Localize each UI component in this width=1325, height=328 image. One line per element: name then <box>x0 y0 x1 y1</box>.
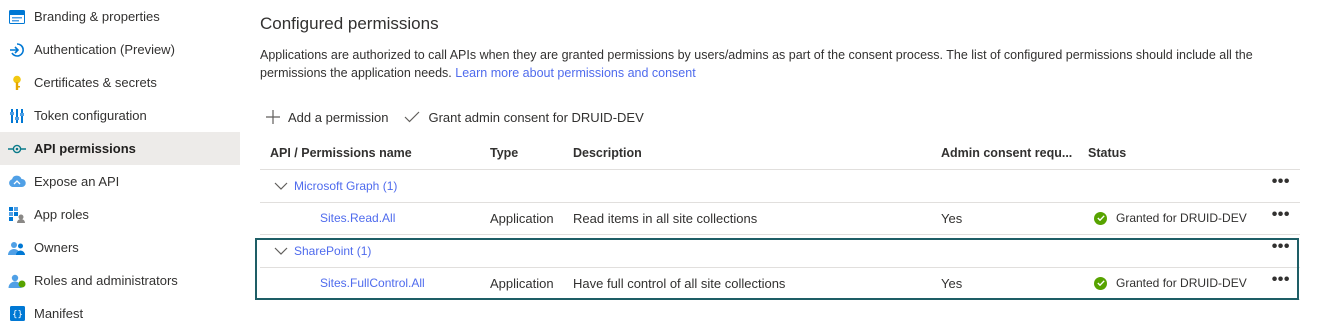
permission-type: Application <box>490 211 554 226</box>
grant-admin-consent-label: Grant admin consent for DRUID-DEV <box>428 109 644 125</box>
admin-consent-required: Yes <box>941 211 963 226</box>
table-row: Sites.Read.All Application Read items in… <box>260 203 1300 235</box>
sidebar-item-roles-administrators[interactable]: Roles and administrators <box>0 264 240 297</box>
token-icon <box>8 107 26 125</box>
sidebar-item-label: Owners <box>34 240 79 255</box>
svg-text:{}: {} <box>12 310 23 320</box>
permission-description: Have full control of all site collection… <box>573 276 786 291</box>
sidebar-item-label: Token configuration <box>34 108 147 123</box>
chevron-down-icon <box>274 182 288 190</box>
column-header-description[interactable]: Description <box>573 146 642 160</box>
sidebar-item-owners[interactable]: Owners <box>0 231 240 264</box>
admin-consent-required: Yes <box>941 276 963 291</box>
permission-name-link[interactable]: Sites.Read.All <box>320 211 395 225</box>
key-icon <box>8 74 26 92</box>
granted-check-icon <box>1094 211 1107 225</box>
app-roles-icon <box>8 206 26 224</box>
group-name: SharePoint (1) <box>294 244 372 258</box>
cloud-icon <box>8 173 26 191</box>
sidebar-item-certificates[interactable]: Certificates & secrets <box>0 66 240 99</box>
sidebar-item-label: Manifest <box>34 306 84 321</box>
group-row-microsoft-graph: Microsoft Graph (1) ••• <box>260 170 1300 203</box>
add-permission-label: Add a permission <box>288 109 389 125</box>
sidebar: Branding & properties Authentication (Pr… <box>0 0 240 328</box>
status-cell: Granted for DRUID-DEV <box>1094 276 1247 290</box>
sidebar-item-expose-api[interactable]: Expose an API <box>0 165 240 198</box>
manifest-icon: {} <box>8 305 26 323</box>
description-text: Applications are authorized to call APIs… <box>260 48 1253 80</box>
group-name: Microsoft Graph (1) <box>294 179 398 193</box>
permission-type: Application <box>490 276 554 291</box>
more-actions-button[interactable]: ••• <box>1272 207 1290 223</box>
status-text: Granted for DRUID-DEV <box>1116 276 1247 290</box>
more-actions-button[interactable]: ••• <box>1272 272 1290 288</box>
status-text: Granted for DRUID-DEV <box>1116 211 1247 225</box>
sidebar-item-label: Certificates & secrets <box>34 75 157 90</box>
sidebar-item-label: Roles and administrators <box>34 273 178 288</box>
plus-icon <box>266 110 280 124</box>
sidebar-item-label: Authentication (Preview) <box>34 42 175 57</box>
add-permission-button[interactable]: Add a permission <box>266 110 388 125</box>
checkmark-icon <box>405 111 420 123</box>
table-header: API / Permissions name Type Description … <box>260 138 1300 170</box>
sidebar-item-manifest[interactable]: {} Manifest <box>0 297 240 328</box>
granted-check-icon <box>1094 276 1107 290</box>
description: Applications are authorized to call APIs… <box>260 46 1300 82</box>
permissions-table: API / Permissions name Type Description … <box>260 138 1300 300</box>
status-cell: Granted for DRUID-DEV <box>1094 211 1247 225</box>
grant-admin-consent-button[interactable]: Grant admin consent for DRUID-DEV <box>404 109 644 125</box>
page-title: Configured permissions <box>260 14 439 33</box>
more-actions-button[interactable]: ••• <box>1272 239 1290 255</box>
column-header-status[interactable]: Status <box>1088 146 1126 160</box>
sidebar-item-label: Branding & properties <box>34 9 160 24</box>
sidebar-item-authentication[interactable]: Authentication (Preview) <box>0 33 240 66</box>
column-header-admin-consent[interactable]: Admin consent requ... <box>941 146 1072 160</box>
sidebar-item-label: Expose an API <box>34 174 120 189</box>
sidebar-item-branding[interactable]: Branding & properties <box>0 0 240 33</box>
toolbar: Add a permission Grant admin consent for… <box>266 107 660 127</box>
chevron-down-icon <box>274 247 288 255</box>
column-header-type[interactable]: Type <box>490 146 518 160</box>
api-permissions-icon <box>8 140 26 158</box>
sidebar-item-label: API permissions <box>34 141 136 156</box>
permission-description: Read items in all site collections <box>573 211 758 226</box>
owners-icon <box>8 239 26 257</box>
more-actions-button[interactable]: ••• <box>1272 174 1290 190</box>
group-toggle-microsoft-graph[interactable]: Microsoft Graph (1) <box>274 179 397 193</box>
main-content: Configured permissions Applications are … <box>240 0 1325 328</box>
branding-icon <box>8 8 26 26</box>
group-row-sharepoint: SharePoint (1) ••• <box>260 235 1300 268</box>
sidebar-item-api-permissions[interactable]: API permissions <box>0 132 240 165</box>
permission-name-link[interactable]: Sites.FullControl.All <box>320 276 425 290</box>
sidebar-item-app-roles[interactable]: App roles <box>0 198 240 231</box>
group-toggle-sharepoint[interactable]: SharePoint (1) <box>274 244 371 258</box>
sidebar-item-token[interactable]: Token configuration <box>0 99 240 132</box>
authentication-icon <box>8 41 26 59</box>
roles-icon <box>8 272 26 290</box>
sidebar-item-label: App roles <box>34 207 89 222</box>
column-header-api[interactable]: API / Permissions name <box>270 146 412 160</box>
table-row: Sites.FullControl.All Application Have f… <box>260 268 1300 300</box>
learn-more-link[interactable]: Learn more about permissions and consent <box>455 66 695 80</box>
